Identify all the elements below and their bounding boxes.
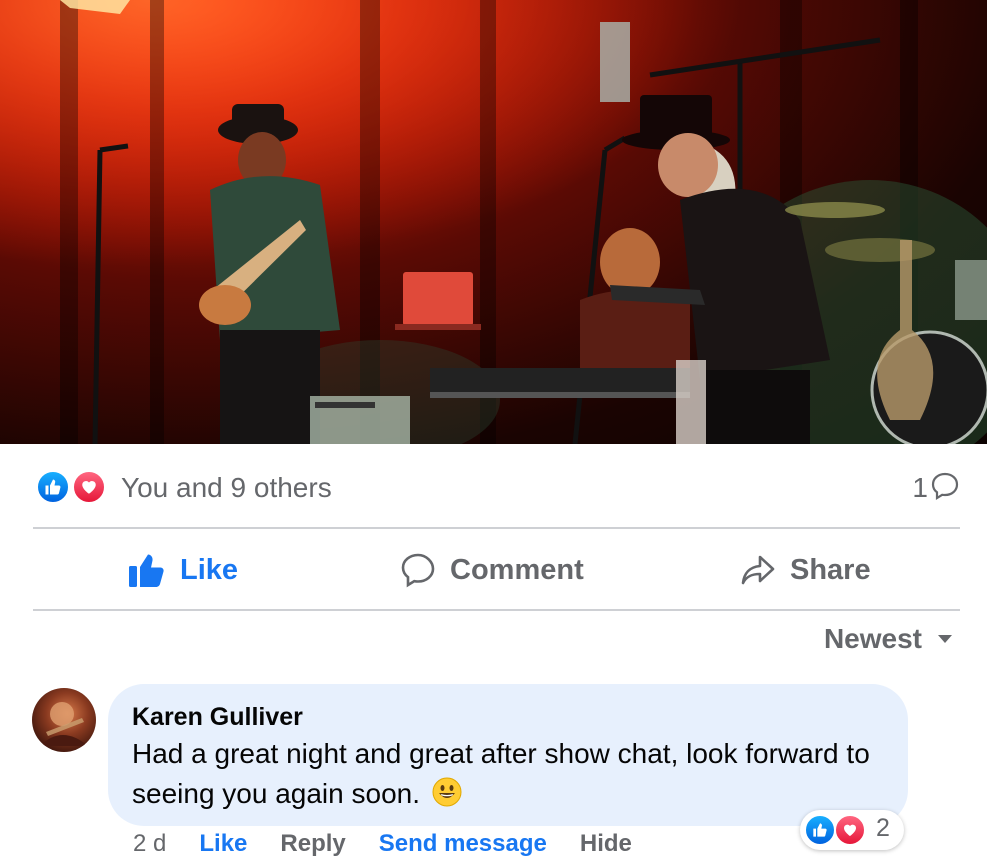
grinning-face-icon — [432, 777, 462, 807]
post-photo[interactable] — [0, 0, 987, 444]
sort-label: Newest — [823, 623, 922, 654]
comment-sort-dropdown[interactable]: Newest — [824, 623, 954, 655]
share-button[interactable]: Share — [740, 530, 871, 610]
comment-bubble-icon — [931, 472, 959, 500]
comment-reaction-count: 2 — [876, 814, 890, 842]
comment-meta: 2 d Like Reply Send message Hide — [133, 830, 665, 858]
comment-bubble: Karen Gulliver Had a great night and gre… — [108, 684, 908, 826]
post-action-bar: Like Comment Share — [33, 530, 960, 610]
like-reaction-icon — [35, 469, 71, 505]
send-message-link[interactable]: Send message — [379, 830, 547, 858]
like-reaction-icon — [804, 814, 836, 846]
divider — [33, 609, 960, 611]
share-label: Share — [790, 553, 871, 586]
reactions-summary[interactable]: You and 9 others 1 — [33, 465, 960, 509]
comment-reactions[interactable]: 2 — [800, 810, 904, 850]
stage-scene — [0, 0, 987, 444]
caret-down-icon — [938, 635, 952, 643]
comment-icon — [401, 553, 435, 588]
comment-reply-link[interactable]: Reply — [280, 830, 345, 858]
like-button[interactable]: Like — [128, 530, 238, 610]
comment-button[interactable]: Comment — [400, 530, 584, 610]
comment-author[interactable]: Karen Gulliver — [132, 702, 884, 732]
avatar[interactable] — [32, 688, 96, 752]
reaction-icons — [35, 469, 111, 505]
comment-text: Had a great night and great after show c… — [132, 738, 870, 809]
love-reaction-icon — [834, 814, 866, 846]
reactions-summary-text[interactable]: You and 9 others — [121, 472, 332, 504]
hide-comment-link[interactable]: Hide — [580, 830, 632, 858]
divider — [33, 527, 960, 529]
comment-like-link[interactable]: Like — [199, 830, 247, 858]
like-label: Like — [180, 553, 239, 586]
love-reaction-icon — [71, 469, 107, 505]
share-arrow-icon — [741, 555, 775, 585]
thumbs-up-icon — [129, 554, 164, 587]
comment-count[interactable]: 1 — [912, 472, 928, 504]
comment-label: Comment — [450, 553, 584, 586]
comment-body: Had a great night and great after show c… — [132, 734, 884, 814]
avatar-image — [40, 702, 88, 746]
comment-timestamp[interactable]: 2 d — [133, 830, 166, 858]
